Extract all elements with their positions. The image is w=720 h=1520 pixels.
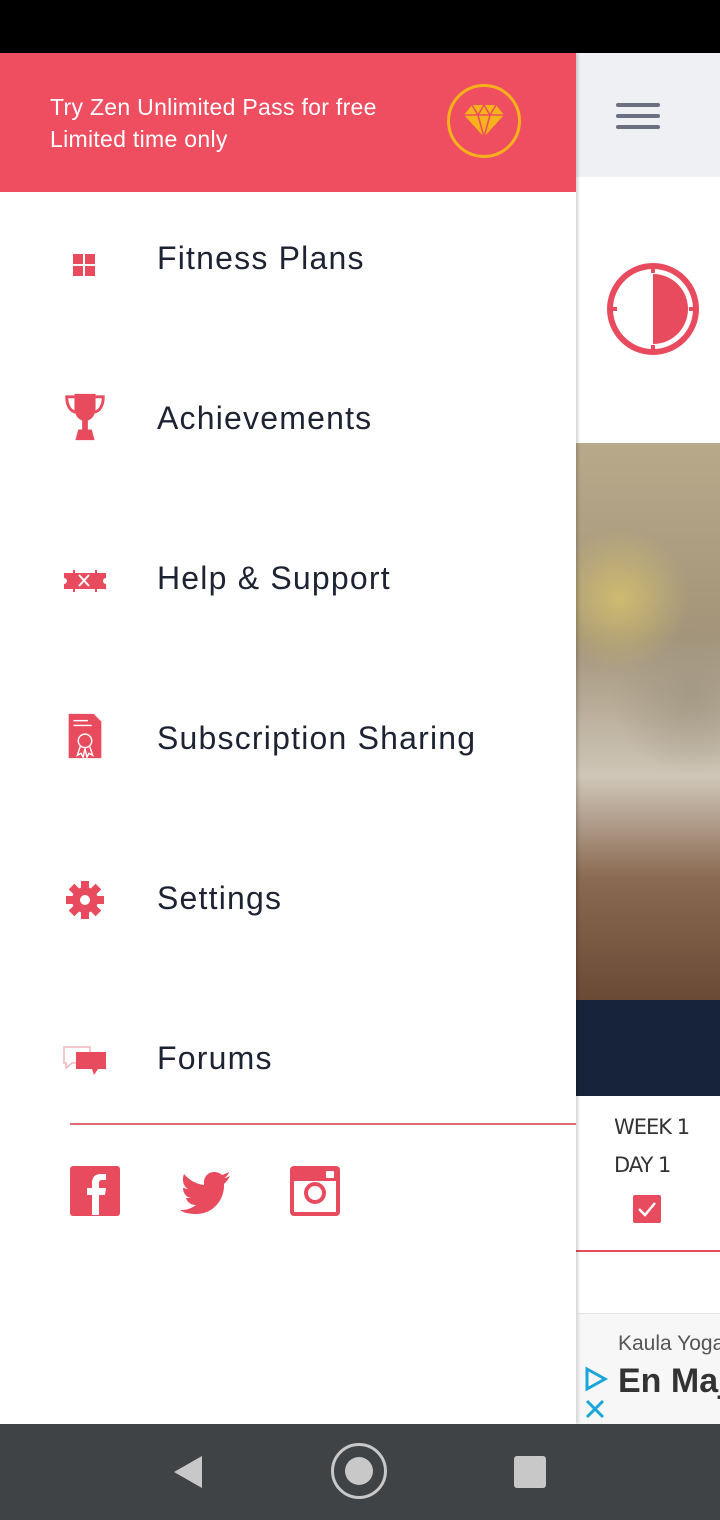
facebook-icon[interactable] bbox=[69, 1165, 121, 1217]
day-label: DAY 1 bbox=[614, 1153, 671, 1177]
app-toolbar bbox=[576, 53, 720, 177]
menu-label-fitness-plans: Fitness Plans bbox=[157, 240, 365, 276]
certificate-icon bbox=[68, 713, 102, 760]
promo-line-2: Limited time only bbox=[50, 126, 228, 152]
menu-item-fitness-plans[interactable]: Fitness Plans bbox=[0, 192, 576, 352]
hamburger-menu-icon[interactable] bbox=[616, 103, 660, 129]
ad-title: En Maj bbox=[618, 1362, 720, 1400]
week-label: WEEK 1 bbox=[614, 1115, 690, 1139]
back-icon[interactable] bbox=[172, 1454, 204, 1490]
menu-item-achievements[interactable]: Achievements bbox=[0, 352, 576, 512]
navigation-drawer: Try Zen Unlimited Pass for free Limited … bbox=[0, 53, 576, 1424]
workout-header-band bbox=[576, 1000, 720, 1096]
ad-banner[interactable]: Kaula Yoga En Maj bbox=[578, 1313, 720, 1424]
instagram-icon[interactable] bbox=[289, 1165, 341, 1217]
menu-label-forums: Forums bbox=[157, 1040, 273, 1076]
grid-icon bbox=[73, 254, 95, 276]
week-underline bbox=[576, 1250, 720, 1252]
trophy-icon bbox=[65, 393, 105, 441]
promo-banner[interactable]: Try Zen Unlimited Pass for free Limited … bbox=[0, 53, 576, 192]
ad-choices-icon[interactable] bbox=[583, 1366, 609, 1392]
background-screen: WEEK 1 DAY 1 Kaula Yoga En Maj bbox=[576, 53, 720, 1424]
home-icon[interactable] bbox=[331, 1443, 387, 1499]
workout-photo bbox=[576, 443, 720, 1000]
ad-close-icon[interactable] bbox=[584, 1398, 606, 1420]
menu-divider bbox=[70, 1123, 576, 1125]
diamond-icon bbox=[447, 84, 521, 158]
twitter-icon[interactable] bbox=[179, 1165, 233, 1217]
system-nav-bar bbox=[0, 1424, 720, 1520]
ad-subtitle: Kaula Yoga bbox=[618, 1332, 720, 1355]
gear-icon bbox=[66, 881, 104, 919]
status-bar bbox=[0, 0, 720, 53]
promo-text: Try Zen Unlimited Pass for free Limited … bbox=[50, 91, 377, 155]
chat-bubbles-icon bbox=[63, 1046, 106, 1075]
day-complete-checkbox[interactable] bbox=[633, 1195, 661, 1223]
week-day-label[interactable]: WEEK 1 DAY 1 bbox=[576, 1108, 720, 1184]
menu-label-achievements: Achievements bbox=[157, 400, 373, 436]
recent-apps-icon[interactable] bbox=[514, 1456, 546, 1488]
menu-item-forums[interactable]: Forums bbox=[0, 992, 576, 1152]
menu-label-help-support: Help & Support bbox=[157, 560, 391, 596]
menu-item-help-support[interactable]: Help & Support bbox=[0, 512, 576, 672]
menu-item-subscription-sharing[interactable]: Subscription Sharing bbox=[0, 672, 576, 832]
timer-icon bbox=[607, 263, 699, 355]
menu-label-settings: Settings bbox=[157, 880, 283, 916]
menu-label-subscription-sharing: Subscription Sharing bbox=[157, 720, 477, 756]
menu-item-settings[interactable]: Settings bbox=[0, 832, 576, 992]
promo-line-1: Try Zen Unlimited Pass for free bbox=[50, 94, 377, 120]
checkmark-icon bbox=[638, 1202, 656, 1217]
support-ticket-icon bbox=[64, 570, 106, 592]
